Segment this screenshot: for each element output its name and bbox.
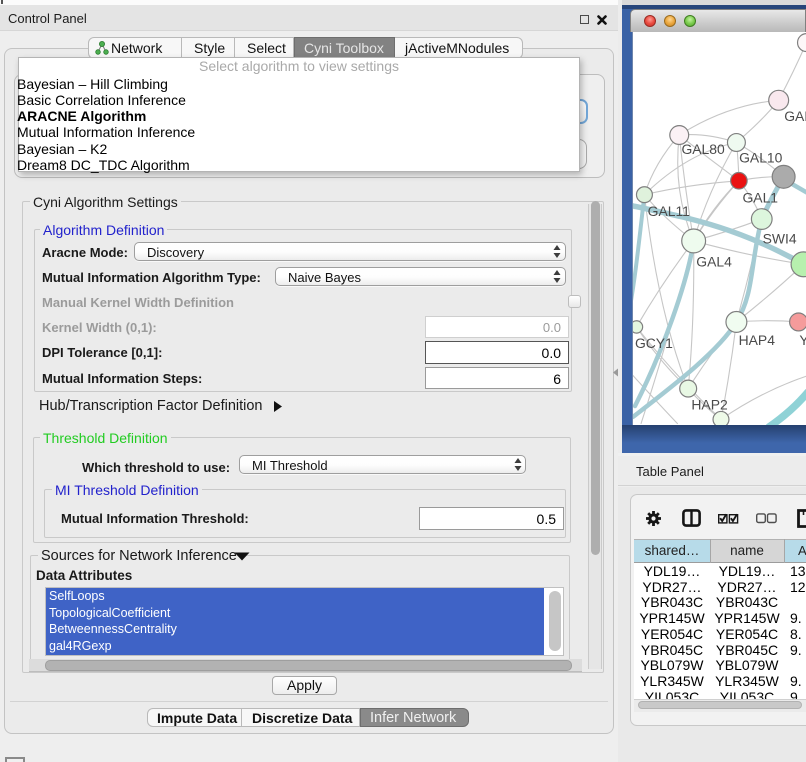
svg-text:GAL11: GAL11	[647, 203, 690, 219]
svg-text:SWI4: SWI4	[762, 230, 796, 246]
svg-text:HAP2: HAP2	[691, 396, 728, 412]
svg-text:GAL10: GAL10	[739, 149, 783, 165]
svg-text:GCY1: GCY1	[634, 334, 672, 350]
svg-text:GAL7: GAL7	[784, 108, 806, 124]
svg-text:GAL4: GAL4	[696, 253, 732, 269]
svg-text:HAP4: HAP4	[738, 331, 775, 347]
svg-text:Y: Y	[799, 331, 806, 347]
svg-text:GAL80: GAL80	[681, 140, 725, 156]
svg-text:GAL1: GAL1	[742, 189, 778, 205]
